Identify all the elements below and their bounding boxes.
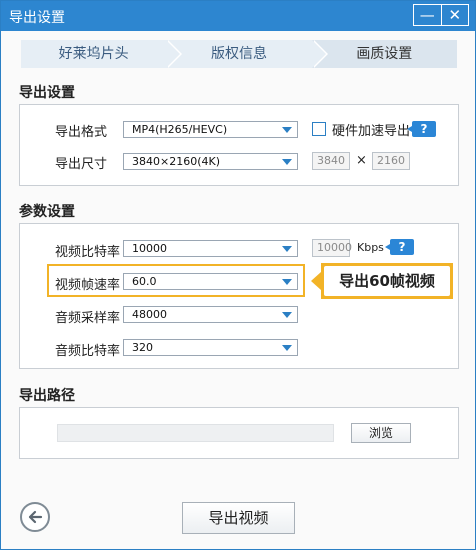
output-path-heading: 导出路径 (19, 388, 75, 404)
tab-copyright-info[interactable]: 版权信息 (166, 40, 329, 68)
size-value: 3840×2160(4K) (132, 155, 220, 168)
format-select[interactable]: MP4(H265/HEVC) (123, 121, 298, 138)
size-label: 导出尺寸 (55, 157, 108, 172)
hw-accel-checkbox[interactable] (312, 122, 326, 136)
export-settings-heading: 导出设置 (19, 85, 75, 101)
chevron-down-icon (282, 159, 292, 165)
callout-box: 导出60帧视频 (321, 263, 453, 299)
params-heading: 参数设置 (19, 204, 75, 220)
step-tabs: 好莱坞片头 版权信息 画质设置 (21, 40, 457, 68)
back-button[interactable] (20, 502, 50, 532)
help-icon[interactable]: ? (407, 121, 436, 137)
format-label: 导出格式 (55, 125, 108, 140)
export-settings-window: 导出设置 — ✕ 好莱坞片头 版权信息 画质设置 导出设置 导出格式 MP4(H… (0, 0, 476, 550)
tab-hollywood-intro[interactable]: 好莱坞片头 (21, 40, 183, 68)
browse-button[interactable]: 浏览 (351, 423, 411, 443)
video-bitrate-label: 视频比特率 (55, 245, 121, 260)
arrow-left-icon (28, 510, 43, 524)
audio-bitrate-label: 音频比特率 (55, 344, 121, 359)
chevron-down-icon (282, 312, 292, 318)
audio-bitrate-value: 320 (132, 341, 153, 354)
audio-samplerate-select[interactable]: 48000 (123, 306, 298, 323)
times-sign: × (356, 153, 367, 168)
window-controls: — ✕ (413, 4, 469, 26)
close-button[interactable]: ✕ (442, 5, 469, 25)
framerate-highlight (47, 264, 305, 297)
hw-accel-label: 硬件加速导出 (332, 124, 411, 139)
video-bitrate-value: 10000 (132, 242, 167, 255)
output-path-field[interactable] (57, 424, 334, 442)
window-title: 导出设置 (9, 10, 65, 26)
chevron-down-icon (282, 345, 292, 351)
video-bitrate-select[interactable]: 10000 (123, 240, 298, 257)
tab-quality-settings[interactable]: 画质设置 (311, 40, 457, 68)
callout-text: 导出60帧视频 (324, 266, 450, 296)
audio-samplerate-value: 48000 (132, 308, 167, 321)
size-select[interactable]: 3840×2160(4K) (123, 153, 298, 170)
audio-samplerate-label: 音频采样率 (55, 311, 121, 326)
title-bar: 导出设置 — ✕ (1, 1, 475, 31)
bitrate-unit: Kbps (357, 241, 384, 254)
audio-bitrate-select[interactable]: 320 (123, 339, 298, 356)
export-video-button[interactable]: 导出视频 (182, 502, 295, 534)
help-icon[interactable]: ? (385, 239, 414, 255)
height-input[interactable]: 2160 (372, 152, 410, 170)
minimize-button[interactable]: — (414, 5, 442, 25)
export-settings-panel: 导出格式 MP4(H265/HEVC) 硬件加速导出 ? 导出尺寸 3840×2… (19, 104, 459, 186)
chevron-down-icon (282, 246, 292, 252)
format-value: MP4(H265/HEVC) (132, 123, 228, 136)
bitrate-custom-input[interactable]: 10000 (312, 239, 352, 257)
chevron-down-icon (282, 127, 292, 133)
callout-arrow (311, 272, 321, 290)
width-input[interactable]: 3840 (312, 152, 350, 170)
